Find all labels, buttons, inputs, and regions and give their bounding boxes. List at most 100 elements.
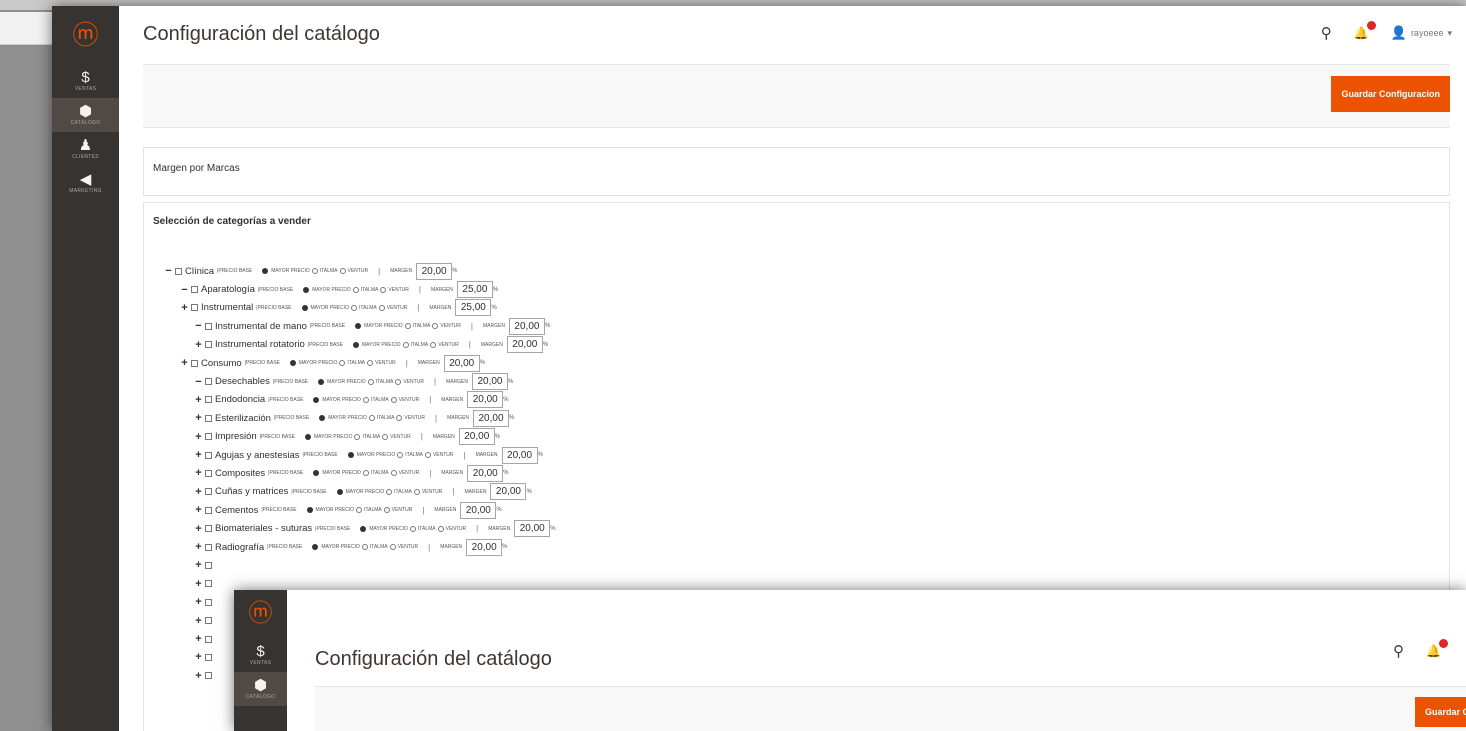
radio-mayor-precio[interactable] xyxy=(360,525,367,532)
nav-item-ventas[interactable]: $ VENTAS xyxy=(52,64,119,98)
category-checkbox[interactable] xyxy=(205,433,212,441)
margin-input[interactable]: 25,00 xyxy=(456,281,493,299)
radio-mayor-precio[interactable] xyxy=(301,304,308,311)
margin-input[interactable]: 20,00 xyxy=(416,262,453,280)
expand-toggle[interactable]: + xyxy=(179,357,190,369)
radio-ventur[interactable] xyxy=(389,544,396,551)
radio-mayor-precio[interactable] xyxy=(303,286,310,293)
radio-italma[interactable] xyxy=(409,525,416,532)
radio-ventur[interactable] xyxy=(432,323,439,330)
nav-item-ventas[interactable]: $ VENTAS xyxy=(234,638,287,672)
category-checkbox[interactable] xyxy=(205,525,212,533)
category-checkbox[interactable] xyxy=(205,617,212,625)
expand-toggle[interactable]: + xyxy=(193,651,204,663)
expand-toggle[interactable]: + xyxy=(193,541,204,553)
radio-mayor-precio[interactable] xyxy=(289,360,296,367)
magento-logo-icon[interactable]: ⓜ xyxy=(234,590,287,638)
nav-item-clientes[interactable]: ♟ CLIENTES xyxy=(52,132,119,166)
radio-ventur[interactable] xyxy=(378,304,385,311)
radio-mayor-precio[interactable] xyxy=(352,341,359,348)
category-checkbox[interactable] xyxy=(205,598,212,606)
collapse-toggle[interactable]: − xyxy=(163,265,174,277)
margin-input[interactable]: 25,00 xyxy=(455,299,492,317)
radio-mayor-precio[interactable] xyxy=(318,378,325,385)
margin-input[interactable]: 20,00 xyxy=(490,483,527,501)
category-checkbox[interactable] xyxy=(205,414,212,422)
radio-italma[interactable] xyxy=(339,360,346,367)
nav-item-catalogo[interactable]: ⬢ CATÁLOGO xyxy=(234,672,287,706)
expand-toggle[interactable]: + xyxy=(193,412,204,424)
radio-mayor-precio[interactable] xyxy=(304,433,311,440)
category-checkbox[interactable] xyxy=(191,359,198,367)
notifications-bell[interactable]: 🔔 xyxy=(1426,639,1448,658)
radio-ventur[interactable] xyxy=(383,507,390,514)
magento-logo-icon[interactable]: ⓜ xyxy=(52,6,119,64)
margin-input[interactable]: 20,00 xyxy=(460,501,497,519)
radio-ventur[interactable] xyxy=(430,341,437,348)
radio-italma[interactable] xyxy=(311,268,318,275)
margin-input[interactable]: 20,00 xyxy=(514,520,551,538)
radio-ventur[interactable] xyxy=(390,396,397,403)
radio-ventur[interactable] xyxy=(382,433,389,440)
category-checkbox[interactable] xyxy=(205,506,212,514)
radio-italma[interactable] xyxy=(367,378,374,385)
radio-mayor-precio[interactable] xyxy=(312,544,319,551)
expand-toggle[interactable]: + xyxy=(193,449,204,461)
radio-italma[interactable] xyxy=(356,507,363,514)
save-config-button[interactable]: Guardar Configuracion xyxy=(1415,697,1466,727)
category-checkbox[interactable] xyxy=(205,635,212,643)
category-checkbox[interactable] xyxy=(205,469,212,477)
expand-toggle[interactable]: + xyxy=(193,633,204,645)
nav-item-marketing[interactable]: ◀ MARKETING xyxy=(52,166,119,200)
margin-input[interactable]: 20,00 xyxy=(466,538,503,556)
expand-toggle[interactable]: + xyxy=(193,523,204,535)
radio-mayor-precio[interactable] xyxy=(319,415,326,422)
radio-mayor-precio[interactable] xyxy=(313,396,320,403)
collapse-toggle[interactable]: − xyxy=(193,320,204,332)
radio-ventur[interactable] xyxy=(390,470,397,477)
radio-italma[interactable] xyxy=(362,396,369,403)
radio-ventur[interactable] xyxy=(437,525,444,532)
category-checkbox[interactable] xyxy=(205,672,212,680)
user-menu[interactable]: 👤 rayoeee ▾ xyxy=(1391,25,1452,41)
notifications-bell[interactable]: 🔔 xyxy=(1354,21,1376,40)
radio-mayor-precio[interactable] xyxy=(313,470,320,477)
expand-toggle[interactable]: + xyxy=(193,394,204,406)
radio-ventur[interactable] xyxy=(424,452,431,459)
category-checkbox[interactable] xyxy=(205,451,212,459)
radio-italma[interactable] xyxy=(361,544,368,551)
radio-mayor-precio[interactable] xyxy=(262,268,269,275)
search-icon[interactable]: ⚲ xyxy=(1393,642,1404,660)
margin-input[interactable]: 20,00 xyxy=(506,336,543,354)
margin-input[interactable]: 20,00 xyxy=(467,464,504,482)
radio-italma[interactable] xyxy=(362,470,369,477)
save-config-button[interactable]: Guardar Configuracion xyxy=(1331,76,1450,112)
expand-toggle[interactable]: + xyxy=(193,467,204,479)
category-checkbox[interactable] xyxy=(205,653,212,661)
radio-italma[interactable] xyxy=(404,323,411,330)
radio-italma[interactable] xyxy=(402,341,409,348)
margin-input[interactable]: 20,00 xyxy=(501,446,538,464)
expand-toggle[interactable]: + xyxy=(193,615,204,627)
radio-ventur[interactable] xyxy=(413,488,420,495)
brand-margin-section[interactable]: Margen por Marcas xyxy=(143,147,1450,196)
radio-italma[interactable] xyxy=(351,304,358,311)
category-checkbox[interactable] xyxy=(205,543,212,551)
expand-toggle[interactable]: + xyxy=(193,339,204,351)
category-checkbox[interactable] xyxy=(205,341,212,349)
radio-mayor-precio[interactable] xyxy=(306,507,313,514)
radio-ventur[interactable] xyxy=(396,415,403,422)
expand-toggle[interactable]: + xyxy=(193,431,204,443)
margin-input[interactable]: 20,00 xyxy=(458,428,495,446)
category-checkbox[interactable] xyxy=(205,561,212,569)
category-checkbox[interactable] xyxy=(205,396,212,404)
expand-toggle[interactable]: + xyxy=(193,596,204,608)
radio-ventur[interactable] xyxy=(367,360,374,367)
margin-input[interactable]: 20,00 xyxy=(443,354,480,372)
radio-mayor-precio[interactable] xyxy=(355,323,362,330)
radio-ventur[interactable] xyxy=(339,268,346,275)
category-checkbox[interactable] xyxy=(205,488,212,496)
radio-italma[interactable] xyxy=(368,415,375,422)
margin-input[interactable]: 20,00 xyxy=(467,391,504,409)
category-checkbox[interactable] xyxy=(175,267,182,275)
